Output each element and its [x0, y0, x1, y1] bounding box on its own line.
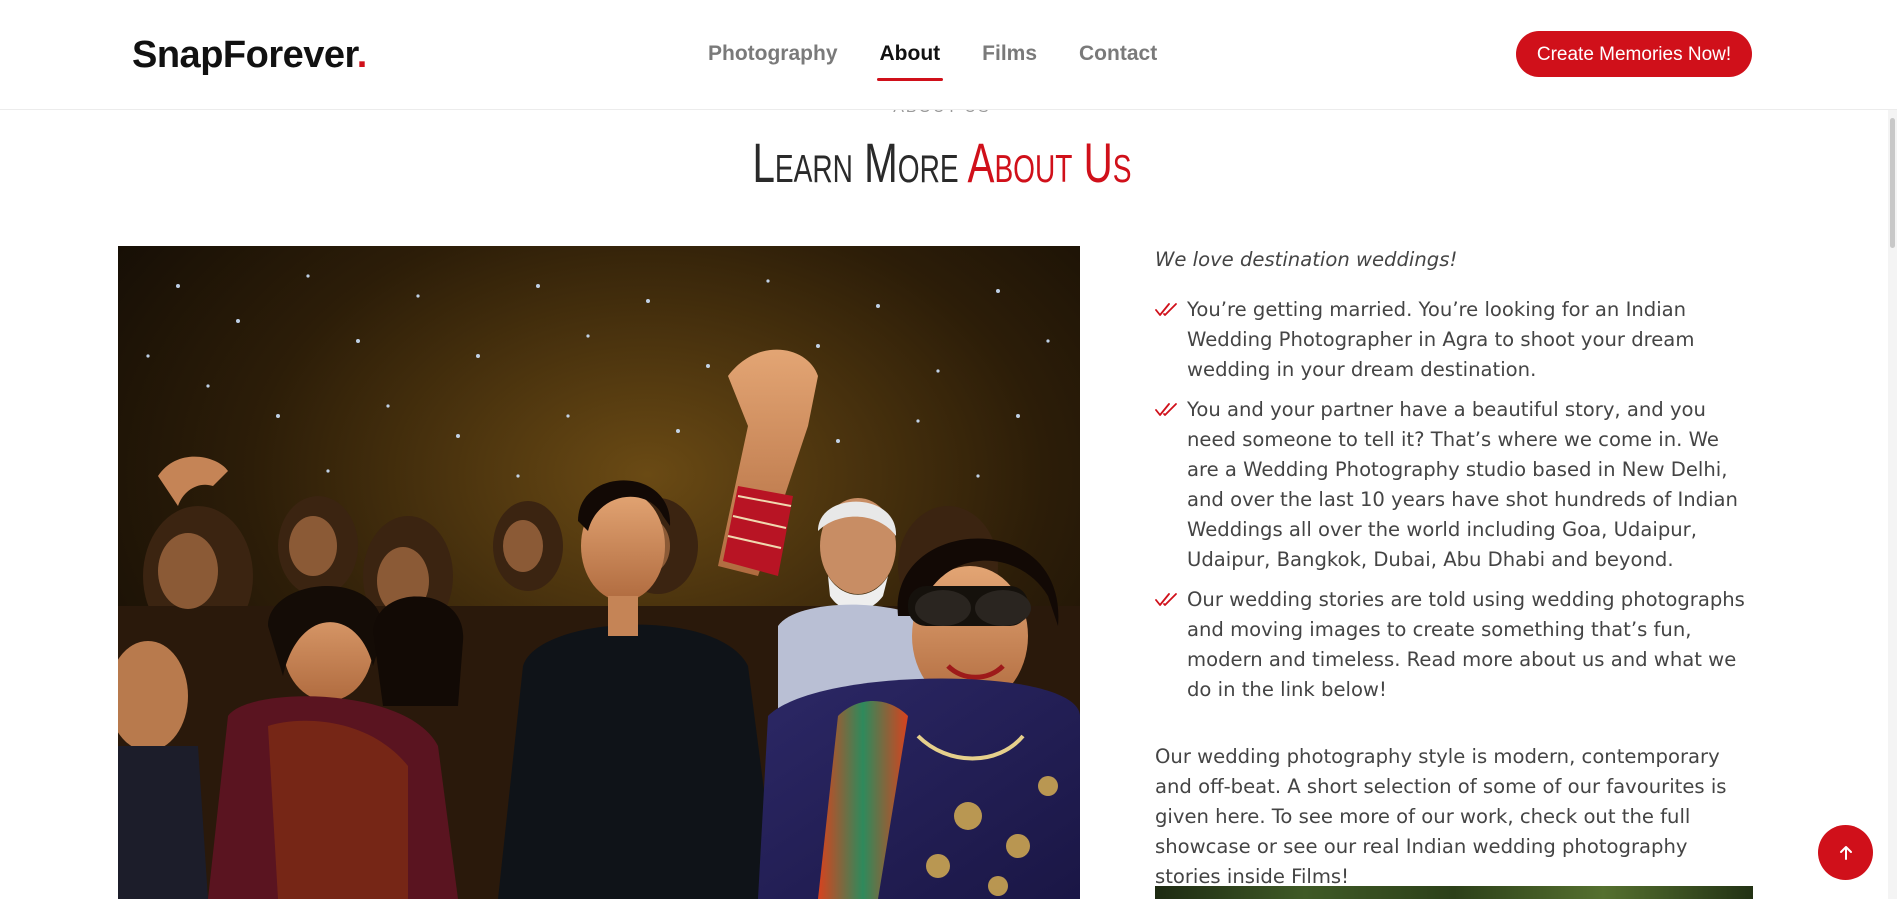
- back-to-top-button[interactable]: [1818, 825, 1873, 880]
- create-memories-button[interactable]: Create Memories Now!: [1516, 31, 1752, 77]
- list-item: Our wedding stories are told using weddi…: [1155, 585, 1755, 705]
- nav-item-about[interactable]: About: [876, 28, 943, 81]
- bullet-text: You and your partner have a beautiful st…: [1187, 398, 1738, 571]
- wedding-photo: [118, 246, 1080, 899]
- bullet-text: Our wedding stories are told using weddi…: [1187, 588, 1745, 701]
- style-paragraph: Our wedding photography style is modern,…: [1155, 745, 1727, 888]
- section-title-accent: About Us: [967, 131, 1132, 194]
- site-logo[interactable]: SnapForever.: [132, 32, 367, 78]
- double-check-icon: [1155, 403, 1177, 416]
- main-nav: Photography About Films Contact: [708, 28, 1199, 81]
- list-item: You’re getting married. You’re looking f…: [1155, 295, 1755, 385]
- arrow-up-icon: [1839, 845, 1852, 860]
- nav-item-films[interactable]: Films: [982, 28, 1037, 80]
- bullet-text: You’re getting married. You’re looking f…: [1187, 298, 1695, 381]
- section-title: Learn More About Us: [264, 126, 1620, 200]
- list-item: You and your partner have a beautiful st…: [1155, 395, 1755, 575]
- page-scrollbar[interactable]: [1888, 0, 1897, 899]
- tagline: We love destination weddings!: [1155, 248, 1458, 271]
- site-header: SnapForever. Photography About Films Con…: [0, 0, 1897, 110]
- double-check-icon: [1155, 303, 1177, 316]
- logo-dot: .: [356, 34, 368, 76]
- logo-text: SnapForever: [132, 34, 357, 76]
- nav-item-photography[interactable]: Photography: [708, 28, 838, 80]
- nav-item-contact[interactable]: Contact: [1079, 28, 1157, 80]
- about-content: We love destination weddings! You’re get…: [1155, 245, 1755, 892]
- secondary-photo: [1155, 886, 1753, 899]
- section-title-main: Learn More: [752, 131, 968, 194]
- scrollbar-thumb[interactable]: [1890, 118, 1895, 248]
- double-check-icon: [1155, 593, 1177, 606]
- about-bullets: You’re getting married. You’re looking f…: [1155, 295, 1755, 705]
